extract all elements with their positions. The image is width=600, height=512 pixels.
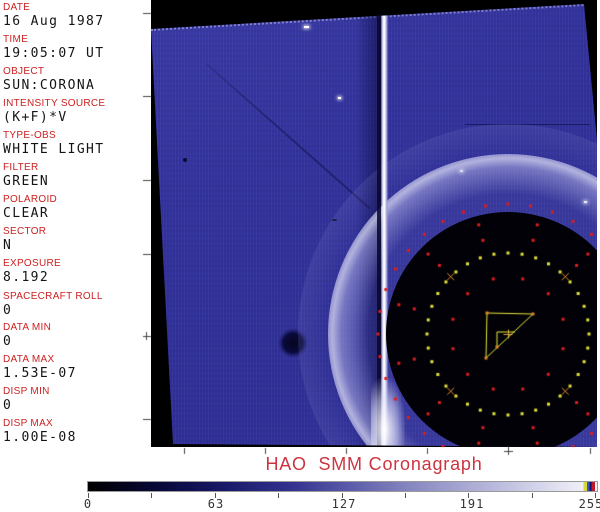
intensity-colorbar — [87, 481, 598, 492]
metadata-label: DISP MAX — [3, 418, 151, 430]
metadata-label: DISP MIN — [3, 386, 151, 398]
metadata-value: (K+F)*V — [3, 110, 151, 125]
colorbar-label-127: 127 — [332, 497, 357, 511]
metadata-value: N — [3, 238, 151, 253]
metadata-item-exposure: EXPOSURE8.192 — [3, 258, 151, 285]
metadata-value: 0 — [3, 398, 151, 413]
dust-speck — [183, 158, 187, 162]
metadata-label: SECTOR — [3, 226, 151, 238]
metadata-label: SPACECRAFT ROLL — [3, 291, 151, 303]
metadata-item-disp-max: DISP MAX1.00E-08 — [3, 418, 151, 445]
colorbar-label-255: 255 — [579, 497, 600, 511]
metadata-item-data-min: DATA MIN0 — [3, 322, 151, 349]
page-title: HAO SMM Coronagraph — [151, 454, 597, 475]
metadata-value: 1.00E-08 — [3, 430, 151, 445]
metadata-value: 1.53E-07 — [3, 366, 151, 381]
metadata-label: TYPE-OBS — [3, 130, 151, 142]
metadata-item-type-obs: TYPE-OBSWHITE LIGHT — [3, 130, 151, 157]
metadata-label: DATE — [3, 2, 151, 14]
metadata-item-data-max: DATA MAX1.53E-07 — [3, 354, 151, 381]
image-frame — [151, 0, 597, 447]
coronagraph-display: DATE16 Aug 1987 TIME19:05:07 UT OBJECTSU… — [0, 0, 600, 512]
metadata-label: DATA MIN — [3, 322, 151, 334]
diagonal-streak — [206, 63, 371, 209]
colorbar-label-63: 63 — [208, 497, 224, 511]
metadata-value: 0 — [3, 334, 151, 349]
bright-star-speck — [304, 26, 309, 28]
metadata-value: 19:05:07 UT — [3, 46, 151, 61]
metadata-label: DATA MAX — [3, 354, 151, 366]
metadata-value: 16 Aug 1987 — [3, 14, 151, 29]
metadata-label: EXPOSURE — [3, 258, 151, 270]
metadata-value: 8.192 — [3, 270, 151, 285]
metadata-value: CLEAR — [3, 206, 151, 221]
metadata-label: OBJECT — [3, 66, 151, 78]
metadata-item-sector: SECTORN — [3, 226, 151, 253]
metadata-item-object: OBJECTSUN:CORONA — [3, 66, 151, 93]
metadata-value: SUN:CORONA — [3, 78, 151, 93]
metadata-item-time: TIME19:05:07 UT — [3, 34, 151, 61]
bright-star-speck — [338, 97, 341, 99]
colorbar-label-0: 0 — [84, 497, 92, 511]
metadata-item-spacecraft-roll: SPACECRAFT ROLL0 — [3, 291, 151, 318]
metadata-label: TIME — [3, 34, 151, 46]
metadata-item-filter: FILTERGREEN — [3, 162, 151, 189]
metadata-value: GREEN — [3, 174, 151, 189]
metadata-item-intensity-source: INTENSITY SOURCE(K+F)*V — [3, 98, 151, 125]
metadata-item-date: DATE16 Aug 1987 — [3, 2, 151, 29]
metadata-value: WHITE LIGHT — [3, 142, 151, 157]
coronagraph-exposure-image — [151, 0, 597, 447]
colorbar-labels: 0 63 127 191 255 — [0, 497, 600, 511]
colorbar-label-191: 191 — [460, 497, 485, 511]
metadata-label: INTENSITY SOURCE — [3, 98, 151, 110]
metadata-item-polaroid: POLAROIDCLEAR — [3, 194, 151, 221]
metadata-label: POLAROID — [3, 194, 151, 206]
metadata-item-disp-min: DISP MIN0 — [3, 386, 151, 413]
metadata-label: FILTER — [3, 162, 151, 174]
metadata-value: 0 — [3, 303, 151, 318]
